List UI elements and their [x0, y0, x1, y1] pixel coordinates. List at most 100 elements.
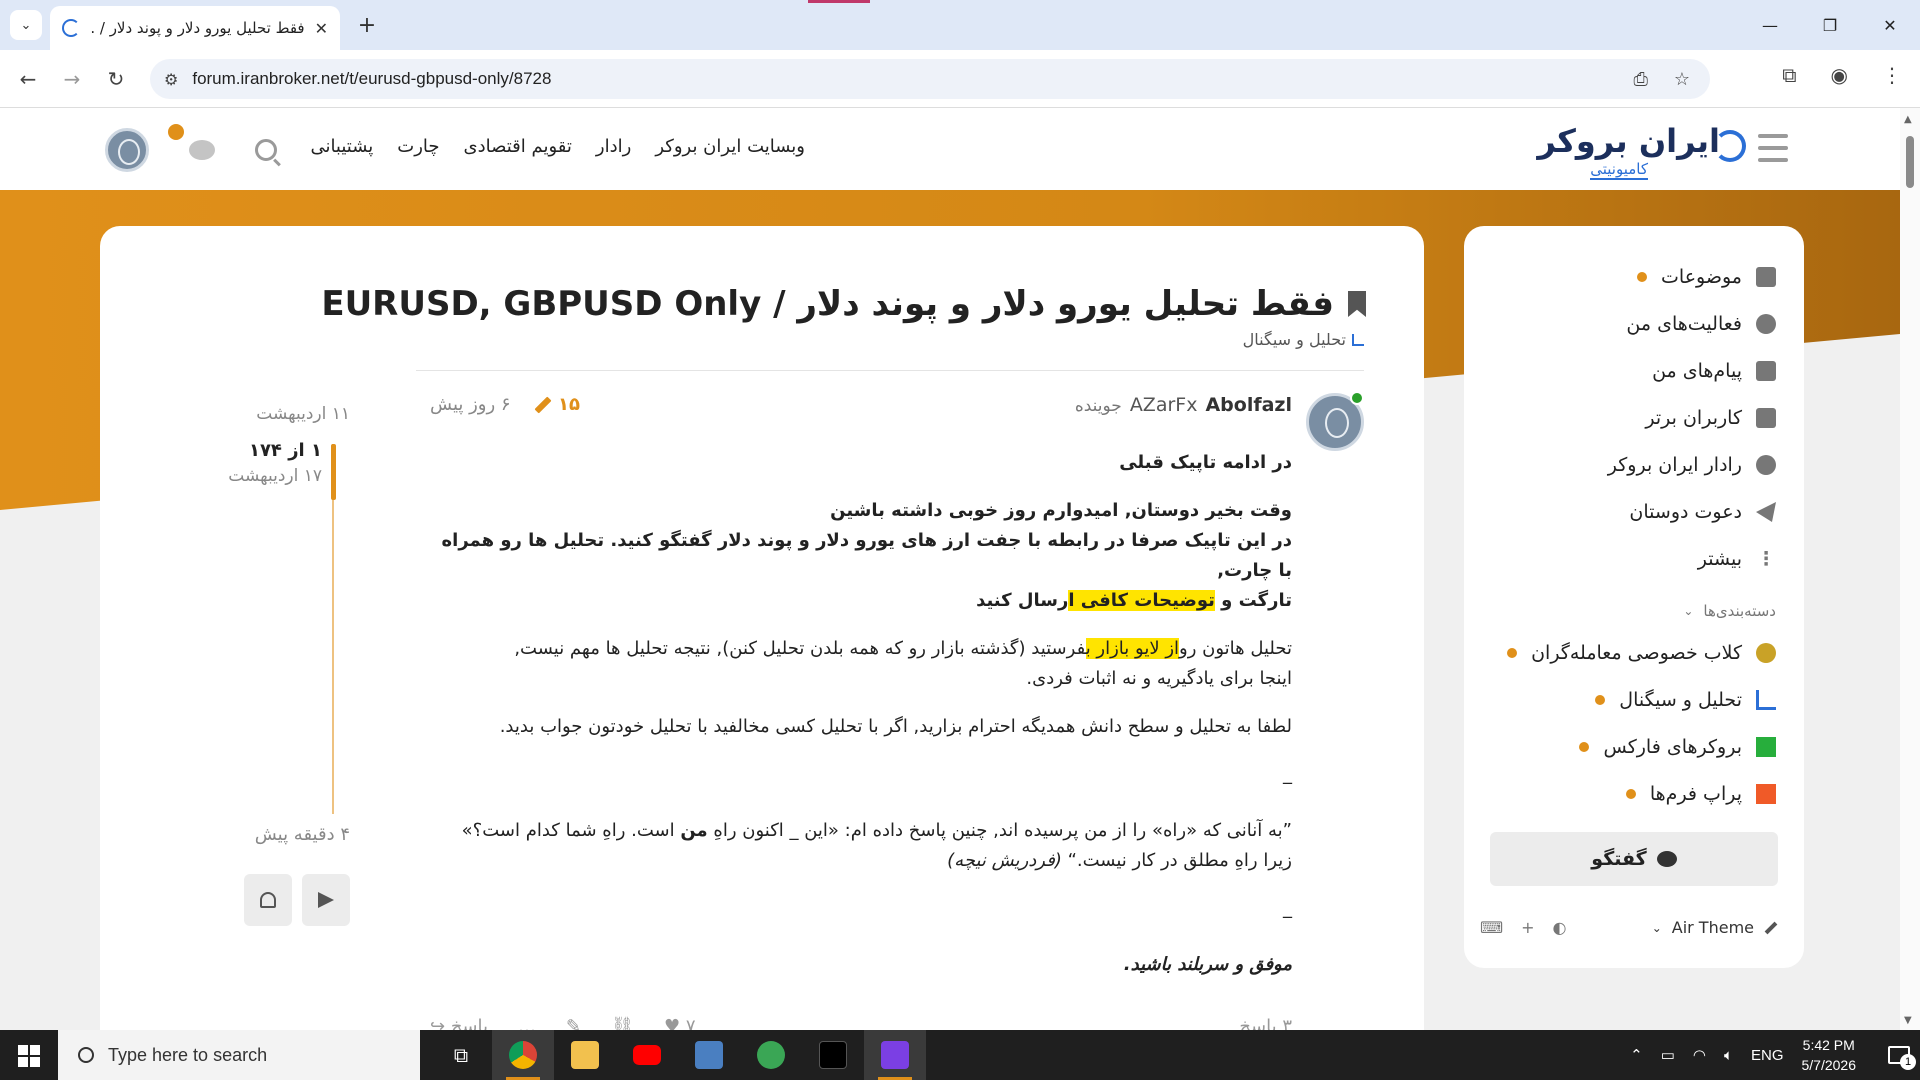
site-logo[interactable]: ایران بروکر کامیونیتی: [1530, 118, 1746, 180]
page-scrollbar[interactable]: ▲ ▼: [1900, 108, 1920, 1030]
browser-tab-active[interactable]: فقط تحلیل یورو دلار و پوند دلار / ... ✕: [50, 6, 340, 50]
timeline-start-date[interactable]: ۱۱ اردیبهشت: [256, 404, 350, 424]
post-age[interactable]: ۶ روز پیش: [430, 394, 511, 415]
post-line: ”به آنانی که «راه» را از من پرسیده اند, …: [707, 820, 1292, 841]
reply-button[interactable]: ↪ پاسخ: [430, 1016, 488, 1030]
plus-icon[interactable]: +: [1521, 918, 1534, 937]
taskbar-tradingview[interactable]: [802, 1030, 864, 1080]
more-dots-icon[interactable]: …: [518, 1016, 536, 1030]
install-app-icon[interactable]: ⎙: [1633, 69, 1647, 90]
chat-button[interactable]: گفتگو: [1490, 832, 1778, 886]
taskbar-chrome[interactable]: [492, 1030, 554, 1080]
link-icon[interactable]: ⛓: [611, 1016, 634, 1030]
close-tab-icon[interactable]: ✕: [315, 19, 328, 38]
windows-start-icon[interactable]: [18, 1045, 40, 1067]
close-window-button[interactable]: ✕: [1860, 0, 1920, 50]
forward-icon: →: [63, 67, 81, 91]
replies-toggle[interactable]: ۳ پاسخ: [1239, 1016, 1292, 1030]
forward-button[interactable]: →: [56, 63, 88, 95]
taskbar-metatrader[interactable]: [740, 1030, 802, 1080]
new-tab-button[interactable]: +: [352, 10, 382, 40]
minimize-button[interactable]: —: [1740, 0, 1800, 50]
edit-icon[interactable]: ✎: [566, 1016, 581, 1030]
restore-button[interactable]: ❐: [1800, 0, 1860, 50]
url-text[interactable]: forum.iranbroker.net/t/eurusd-gbpusd-onl…: [192, 69, 551, 89]
search-icon[interactable]: [255, 139, 277, 161]
wifi-icon[interactable]: ◠: [1693, 1046, 1706, 1064]
taskbar-clock[interactable]: 5:42 PM 5/7/2026: [1802, 1035, 1857, 1075]
nav-calendar[interactable]: تقویم اقتصادی: [464, 136, 572, 157]
chevron-down-icon: ⌄: [20, 17, 32, 33]
like-button[interactable]: ♥ ۷: [664, 1016, 696, 1030]
nav-chart[interactable]: چارت: [397, 136, 439, 157]
category-label: تحلیل و سیگنال: [1619, 689, 1742, 711]
taskbar-calculator[interactable]: [678, 1030, 740, 1080]
browser-toolbar: ← → ↻ ⚙ forum.iranbroker.net/t/eurusd-gb…: [0, 50, 1920, 108]
sidebar-item-activity[interactable]: فعالیت‌های من: [1626, 313, 1776, 335]
nav-support[interactable]: پشتیبانی: [310, 136, 373, 157]
taskbar-youtube[interactable]: [616, 1030, 678, 1080]
topic-category[interactable]: تحلیل و سیگنال: [1243, 330, 1364, 349]
author-name[interactable]: Abolfazl: [1205, 394, 1292, 416]
layers-icon: [1756, 267, 1776, 287]
menu-dots-icon[interactable]: ⋮: [1882, 63, 1902, 87]
post-line: تحلیل هاتون رو: [1179, 638, 1292, 659]
profile-icon[interactable]: ◉: [1831, 63, 1848, 87]
sidebar-category-prop[interactable]: پراپ فرم‌ها: [1625, 783, 1776, 805]
topic-title: فقط تحلیل یورو دلار و پوند دلار / EURUSD…: [321, 284, 1366, 324]
task-view-icon: ⧉: [453, 1043, 469, 1067]
nav-website[interactable]: وبسایت ایران بروکر: [655, 136, 805, 157]
nav-radar[interactable]: رادار: [596, 136, 631, 157]
scroll-down-arrow-icon[interactable]: ▼: [1904, 1015, 1912, 1026]
sidebar-category-club[interactable]: کلاب خصوصی معامله‌گران: [1507, 642, 1776, 664]
notification-center-icon[interactable]: 1: [1888, 1046, 1916, 1070]
keyboard-icon[interactable]: ⌨: [1480, 918, 1503, 937]
bookmark-star-icon[interactable]: ☆: [1674, 69, 1690, 90]
author-username[interactable]: AZarFx: [1130, 394, 1198, 416]
tab-search-button[interactable]: ⌄: [10, 10, 42, 40]
post-edit-history[interactable]: ۱۵: [534, 394, 580, 415]
reload-icon: ↻: [107, 67, 125, 91]
browser-tab-bar: ⌄ فقط تحلیل یورو دلار و پوند دلار / ... …: [0, 0, 1920, 50]
language-indicator[interactable]: ENG: [1751, 1047, 1784, 1064]
taskbar-media-app[interactable]: [864, 1030, 926, 1080]
notification-level-button[interactable]: [244, 874, 292, 926]
theme-selector[interactable]: Air Theme ⌄: [1652, 918, 1778, 937]
share-button[interactable]: [302, 874, 350, 926]
sidebar-item-radar[interactable]: رادار ایران بروکر: [1608, 454, 1776, 476]
tray-chevron-up-icon[interactable]: ⌃: [1630, 1046, 1643, 1064]
sidebar-category-brokers[interactable]: بروکرهای فارکس: [1579, 736, 1776, 758]
post-body: در ادامه تاپیک قبلی وقت بخیر دوستان, امی…: [422, 448, 1292, 998]
search-icon: [78, 1047, 94, 1063]
taskbar-file-explorer[interactable]: [554, 1030, 616, 1080]
volume-icon[interactable]: 🔈︎: [1724, 1047, 1733, 1064]
lock-badge-icon: [1756, 643, 1776, 663]
contrast-icon[interactable]: ◐: [1553, 918, 1567, 937]
hamburger-menu-icon[interactable]: [1758, 134, 1788, 162]
scroll-up-arrow-icon[interactable]: ▲: [1904, 114, 1912, 125]
user-avatar[interactable]: [105, 128, 149, 172]
sidebar-category-analysis[interactable]: تحلیل و سیگنال: [1595, 689, 1776, 711]
timeline-end-label[interactable]: ۴ دقیقه پیش: [255, 824, 350, 845]
inbox-icon: [1756, 361, 1776, 381]
sidebar-item-messages[interactable]: پیام‌های من: [1652, 360, 1776, 382]
sidebar-item-topics[interactable]: موضوعات: [1637, 266, 1776, 288]
bookmark-icon[interactable]: [1348, 291, 1366, 317]
task-view-button[interactable]: ⧉: [430, 1030, 492, 1080]
categories-section-header[interactable]: دسته‌بندی‌ها ⌄: [1683, 602, 1776, 620]
extensions-icon[interactable]: ⧉: [1782, 63, 1796, 87]
sidebar-item-top-users[interactable]: کاربران برتر: [1645, 407, 1776, 429]
chat-icon[interactable]: [189, 140, 215, 160]
timeline-position: ۱ از ۱۷۴: [248, 440, 322, 461]
clock-date: 5/7/2026: [1801, 1057, 1857, 1073]
sidebar-item-invite[interactable]: دعوت دوستان: [1629, 501, 1776, 523]
taskbar-search[interactable]: Type here to search: [58, 1030, 420, 1080]
scrollbar-thumb[interactable]: [1906, 136, 1914, 188]
battery-icon[interactable]: ▭: [1661, 1046, 1675, 1064]
timeline-handle[interactable]: [331, 444, 336, 500]
reload-button[interactable]: ↻: [100, 63, 132, 95]
address-bar[interactable]: ⚙ forum.iranbroker.net/t/eurusd-gbpusd-o…: [150, 59, 1710, 99]
back-button[interactable]: ←: [12, 63, 44, 95]
sidebar-item-more[interactable]: ⋮ بیشتر: [1698, 548, 1776, 570]
site-settings-icon[interactable]: ⚙: [164, 70, 178, 89]
